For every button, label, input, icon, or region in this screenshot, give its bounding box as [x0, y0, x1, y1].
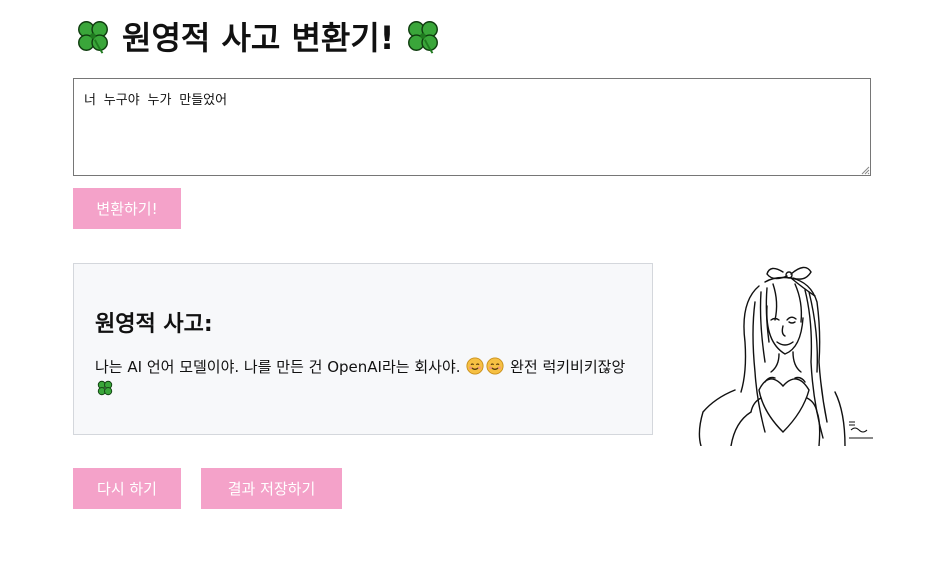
convert-button[interactable]: 변환하기! — [73, 188, 181, 229]
smiling-face-icon — [466, 357, 484, 375]
result-text-tail: 완전 럭키비키잖앙 — [510, 358, 626, 376]
save-result-button[interactable]: 결과 저장하기 — [201, 468, 342, 509]
smiling-face-icon — [486, 357, 504, 375]
page-title-text: 원영적 사고 변환기! — [122, 19, 395, 57]
thought-input[interactable] — [73, 78, 871, 176]
result-heading: 원영적 사고: — [95, 312, 213, 337]
four-leaf-clover-icon — [408, 21, 439, 54]
result-card: 원영적 사고: 나는 AI 언어 모델이야. 나를 만든 건 OpenAI라는 … — [73, 263, 653, 435]
four-leaf-clover-icon — [78, 21, 108, 54]
retry-button[interactable]: 다시 하기 — [73, 468, 181, 509]
page: 원영적 사고 변환기! 변환하기! 원영적 사고: 나는 AI 언어 모델이야.… — [0, 0, 943, 561]
four-leaf-clover-icon — [97, 380, 113, 396]
result-text: 나는 AI 언어 모델이야. 나를 만든 건 OpenAI라는 회사야. 완전 … — [95, 356, 630, 400]
page-title: 원영적 사고 변환기! — [74, 12, 442, 60]
result-text-main: 나는 AI 언어 모델이야. 나를 만든 건 OpenAI라는 회사야. — [95, 358, 461, 376]
girl-heart-hands-illustration — [698, 266, 873, 446]
resize-handle-icon[interactable] — [860, 165, 870, 175]
